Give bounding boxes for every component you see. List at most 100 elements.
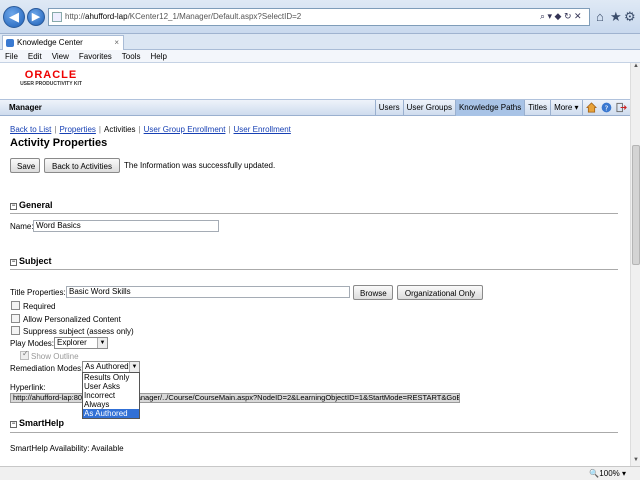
- home-icon[interactable]: ⌂: [596, 9, 604, 24]
- divider: [10, 432, 618, 433]
- separator: |: [228, 125, 231, 134]
- general-heading: General: [19, 200, 53, 210]
- play-modes-value: Explorer: [57, 338, 87, 347]
- chevron-down-icon: ▼: [97, 338, 107, 348]
- separator: |: [98, 125, 101, 134]
- menu-favorites[interactable]: Favorites: [74, 50, 117, 63]
- chevron-down-icon: ▼: [129, 362, 139, 372]
- home-icon[interactable]: [585, 102, 597, 113]
- site-icon: [6, 39, 14, 47]
- menu-view[interactable]: View: [47, 50, 74, 63]
- logo-subtitle: USER PRODUCTIVITY KIT: [20, 81, 82, 87]
- star-icon[interactable]: ★: [610, 9, 622, 25]
- remediation-option-as-authored[interactable]: As Authored: [83, 409, 139, 418]
- back-arrow-icon[interactable]: ◀: [3, 6, 25, 28]
- gear-icon[interactable]: ⚙: [624, 9, 636, 25]
- remediation-modes-label: Remediation Modes:: [10, 364, 84, 373]
- help-icon[interactable]: ?: [601, 102, 612, 113]
- menu-help[interactable]: Help: [145, 50, 171, 63]
- manager-nav: Users User Groups Knowledge Paths Titles Mor…: [374, 100, 630, 116]
- required-checkbox[interactable]: [11, 301, 20, 310]
- breadcrumb: Back to List | Properties | Activities | User …: [10, 125, 291, 134]
- tab-knowledge-center[interactable]: Knowledge Center ×: [2, 35, 124, 50]
- show-outline-label: Show Outline: [31, 352, 79, 361]
- forward-arrow-icon[interactable]: ▶: [27, 8, 45, 26]
- hyperlink-label: Hyperlink:: [10, 383, 46, 392]
- page-content: ORACLE USER PRODUCTIVITY KIT Manager Use…: [0, 63, 630, 466]
- required-label: Required: [23, 302, 56, 311]
- menu-edit[interactable]: Edit: [23, 50, 47, 63]
- name-input[interactable]: Word Basics: [33, 220, 219, 232]
- subject-section-header[interactable]: − Subject: [10, 256, 52, 266]
- status-bar: 🔍100% ▾: [0, 466, 640, 480]
- nav-knowledge-paths[interactable]: Knowledge Paths: [454, 100, 525, 116]
- hyperlink-field[interactable]: http://ahufford-lap:80/KCenter12_1/Manag…: [10, 393, 460, 403]
- smarthelp-availability: SmartHelp Availability: Available: [10, 444, 124, 453]
- url-prefix: http://: [65, 12, 86, 21]
- nav-user-groups[interactable]: User Groups: [402, 100, 455, 116]
- name-label: Name:: [10, 222, 34, 231]
- separator: |: [138, 125, 141, 134]
- manager-bar: Manager Users User Groups Knowledge Paths T…: [0, 99, 630, 116]
- link-back-to-list[interactable]: Back to List: [10, 125, 51, 134]
- general-section-header[interactable]: − General: [10, 200, 53, 210]
- play-modes-select[interactable]: Explorer ▼: [54, 337, 108, 349]
- subject-heading: Subject: [19, 256, 52, 266]
- status-message: The Information was successfully updated…: [124, 161, 276, 170]
- exit-icon[interactable]: [616, 102, 627, 113]
- link-user-enrollment[interactable]: User Enrollment: [234, 125, 291, 134]
- allow-personalized-checkbox[interactable]: [11, 314, 20, 323]
- logo-text: ORACLE: [24, 69, 78, 81]
- page-title: Activity Properties: [10, 137, 108, 149]
- remediation-option-always[interactable]: Always: [83, 400, 139, 409]
- organizational-only-button[interactable]: Organizational Only: [397, 285, 483, 300]
- collapse-icon[interactable]: −: [10, 259, 17, 266]
- menu-tools[interactable]: Tools: [117, 50, 146, 63]
- zoom-level[interactable]: 🔍100% ▾: [589, 467, 626, 480]
- tab-title: Knowledge Center: [17, 38, 83, 47]
- nav-users[interactable]: Users: [374, 100, 403, 116]
- current-activities: Activities: [103, 125, 136, 134]
- manager-title: Manager: [9, 103, 42, 112]
- title-properties-input[interactable]: Basic Word Skills: [66, 286, 350, 298]
- page-icon: [52, 12, 62, 22]
- scroll-up-icon[interactable]: ▲: [632, 63, 640, 72]
- collapse-icon[interactable]: −: [10, 203, 17, 210]
- vertical-scrollbar[interactable]: ▲ ▼: [630, 63, 640, 466]
- smarthelp-section-header[interactable]: − SmartHelp: [10, 418, 64, 428]
- remediation-option-incorrect[interactable]: Incorrect: [83, 391, 139, 400]
- play-modes-label: Play Modes:: [10, 339, 55, 348]
- remediation-value: As Authored: [85, 362, 129, 371]
- scroll-thumb[interactable]: [632, 145, 640, 265]
- suppress-subject-checkbox[interactable]: [11, 326, 20, 335]
- svg-text:?: ?: [604, 104, 608, 113]
- tab-strip: Knowledge Center ×: [0, 34, 640, 50]
- remediation-option-results-only[interactable]: Results Only: [83, 373, 139, 382]
- title-properties-label: Title Properties:: [10, 288, 66, 297]
- save-button[interactable]: Save: [10, 158, 40, 173]
- remediation-dropdown-list: Results Only User Asks Incorrect Always …: [82, 372, 140, 419]
- address-input[interactable]: http://ahufford-lap/KCenter12_1/Manager/…: [48, 8, 590, 26]
- address-tools[interactable]: ⌕ ▾ ◆ ↻ ✕: [540, 8, 582, 26]
- show-outline-checkbox: [20, 349, 29, 360]
- nav-titles[interactable]: Titles: [524, 100, 550, 116]
- nav-icons: ?: [581, 100, 630, 116]
- back-to-activities-button[interactable]: Back to Activities: [44, 158, 120, 173]
- link-properties[interactable]: Properties: [59, 125, 95, 134]
- suppress-subject-label: Suppress subject (assess only): [23, 327, 134, 336]
- link-user-group-enrollment[interactable]: User Group Enrollment: [144, 125, 226, 134]
- close-tab-icon[interactable]: ×: [114, 36, 119, 50]
- scroll-down-icon[interactable]: ▼: [632, 457, 640, 466]
- browser-address-bar: ◀ ▶ http://ahufford-lap/KCenter12_1/Mana…: [0, 0, 640, 34]
- nav-more[interactable]: More ▾: [550, 100, 581, 116]
- divider: [10, 269, 618, 270]
- collapse-icon[interactable]: −: [10, 421, 17, 428]
- allow-personalized-label: Allow Personalized Content: [23, 315, 121, 324]
- remediation-option-user-asks[interactable]: User Asks: [83, 382, 139, 391]
- oracle-logo: ORACLE USER PRODUCTIVITY KIT: [16, 69, 86, 87]
- divider: [10, 213, 618, 214]
- url-path: /KCenter12_1/Manager/Default.aspx?Select…: [127, 12, 302, 21]
- browse-button[interactable]: Browse: [353, 285, 393, 300]
- menu-bar: File Edit View Favorites Tools Help: [0, 50, 640, 63]
- menu-file[interactable]: File: [0, 50, 23, 63]
